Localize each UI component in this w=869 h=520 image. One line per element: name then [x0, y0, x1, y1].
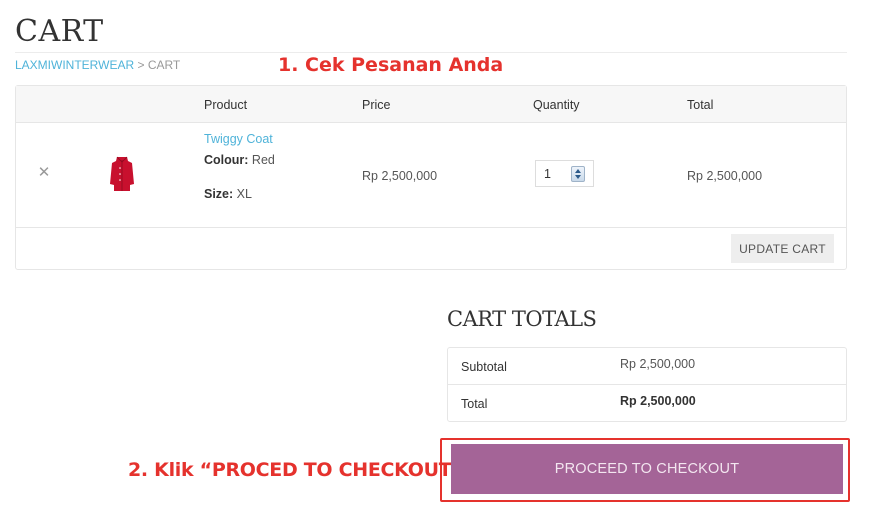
title-divider [15, 52, 847, 53]
annotation-step-1: 1. Cek Pesanan Anda [278, 54, 504, 76]
subtotal-label: Subtotal [461, 360, 507, 374]
cart-totals-title: CART TOTALS [447, 307, 597, 331]
item-price: Rp 2,500,000 [362, 169, 438, 183]
header-quantity: Quantity [533, 98, 580, 112]
header-price: Price [362, 98, 391, 112]
header-product: Product [204, 98, 248, 112]
breadcrumb: LAXMIWINTERWEAR > CART [15, 58, 180, 72]
cart-item-row: ✕ Twiggy Coat Colour: Red Size: XL Rp 2,… [16, 123, 846, 228]
page-title: CART [15, 14, 104, 49]
cart-table-header: Product Price Quantity Total [16, 86, 846, 123]
cart-table: Product Price Quantity Total ✕ Twiggy Co… [15, 85, 847, 270]
spin-arrows-icon[interactable] [571, 166, 585, 182]
remove-item-close-icon[interactable]: ✕ [37, 165, 51, 180]
annotation-step-2: 2. Klik “PROCED TO CHECKOUT [128, 459, 452, 481]
size-value: XL [236, 187, 252, 201]
quantity-stepper[interactable]: 1 [535, 160, 594, 187]
colour-label: Colour: [204, 153, 249, 167]
header-total: Total [687, 98, 714, 112]
breadcrumb-home-link[interactable]: LAXMIWINTERWEAR [15, 58, 134, 72]
subtotal-value: Rp 2,500,000 [620, 357, 696, 371]
total-value: Rp 2,500,000 [620, 394, 696, 408]
colour-value: Red [251, 153, 275, 167]
product-colour: Colour: Red [204, 153, 275, 167]
update-cart-button[interactable]: UPDATE CART [731, 234, 834, 263]
total-label: Total [461, 397, 488, 411]
breadcrumb-separator: > [134, 58, 148, 72]
total-row: Total Rp 2,500,000 [448, 385, 846, 421]
cart-totals-table: Subtotal Rp 2,500,000 Total Rp 2,500,000 [447, 347, 847, 422]
size-label: Size: [204, 187, 234, 201]
item-total: Rp 2,500,000 [687, 169, 763, 183]
proceed-to-checkout-button[interactable]: PROCEED TO CHECKOUT [451, 444, 843, 494]
quantity-value[interactable]: 1 [544, 167, 551, 181]
breadcrumb-current: CART [147, 58, 181, 72]
product-thumbnail[interactable] [107, 154, 137, 194]
subtotal-row: Subtotal Rp 2,500,000 [448, 348, 846, 385]
product-size: Size: XL [204, 187, 252, 201]
product-name-link[interactable]: Twiggy Coat [204, 132, 273, 146]
